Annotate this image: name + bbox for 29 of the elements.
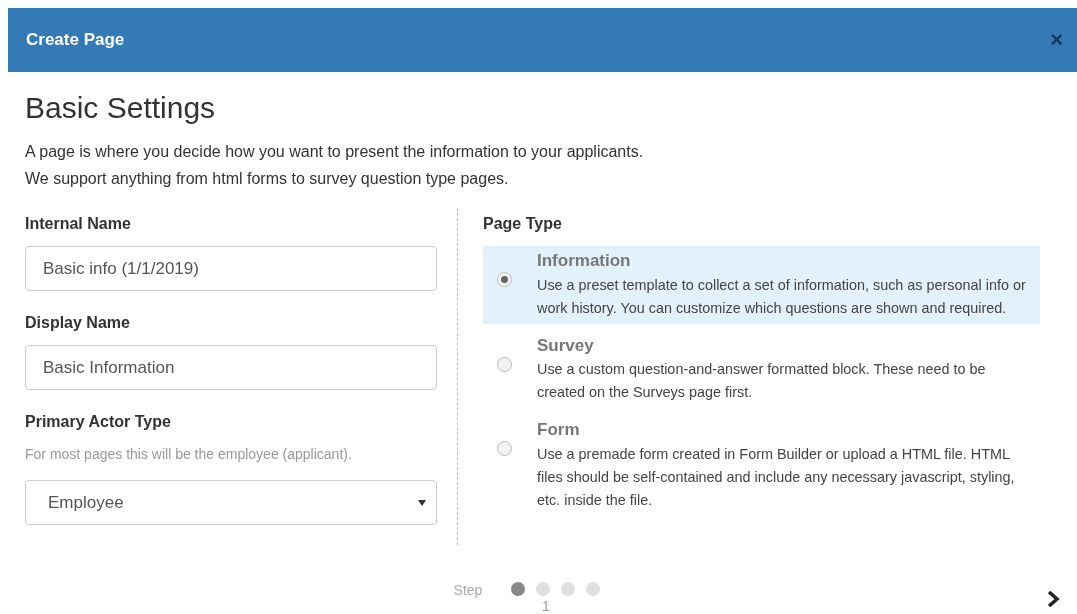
field-label: Page Type bbox=[483, 214, 563, 234]
radio-button[interactable] bbox=[497, 441, 512, 456]
step-dot[interactable] bbox=[561, 582, 576, 596]
step-label: Step bbox=[453, 581, 483, 600]
option-description: Use a preset template to collect a set of information, such as personal info or work history. You can customize which questions are shown and required. bbox=[537, 275, 1027, 318]
step-dot[interactable] bbox=[536, 582, 551, 596]
option-description: Use a premade form created in Form Builder or upload a HTML file. HTML files should be self-contained and include any necessary javascript, styling, etc. inside the file. bbox=[537, 444, 1016, 510]
intro-text: A page is where you decide how you want to present the information to your applicants. bbox=[25, 142, 645, 162]
step-dot[interactable] bbox=[586, 582, 601, 596]
option-title: Information bbox=[537, 250, 632, 272]
option-title: Form bbox=[537, 419, 581, 441]
input-field[interactable]: Basic info (1/1/2019) bbox=[25, 246, 437, 291]
next-icon[interactable] bbox=[1046, 591, 1060, 607]
field-label: Internal Name bbox=[25, 214, 132, 234]
option-description: Use a custom question-and-answer formatted block. These need to be created on the Surveys page first. bbox=[537, 360, 987, 402]
option-title: Survey bbox=[537, 334, 595, 357]
radio-button[interactable] bbox=[497, 356, 512, 372]
step-dot[interactable] bbox=[511, 582, 526, 596]
radio-button[interactable] bbox=[497, 272, 512, 287]
section-heading: Basic Settings bbox=[25, 90, 217, 126]
field-label: Primary Actor Type bbox=[25, 412, 172, 432]
input-field[interactable]: Basic Information bbox=[25, 345, 437, 390]
select-field[interactable]: Employee bbox=[25, 480, 437, 525]
intro-text: We support anything from html forms to survey question type pages. bbox=[25, 169, 510, 189]
caret-icon bbox=[418, 499, 426, 506]
step-number: 1 bbox=[542, 597, 550, 614]
help-text: For most pages this will be the employee (applicant). bbox=[25, 445, 353, 464]
field-label: Display Name bbox=[25, 313, 131, 333]
dialog-title: Create Page bbox=[26, 29, 125, 52]
